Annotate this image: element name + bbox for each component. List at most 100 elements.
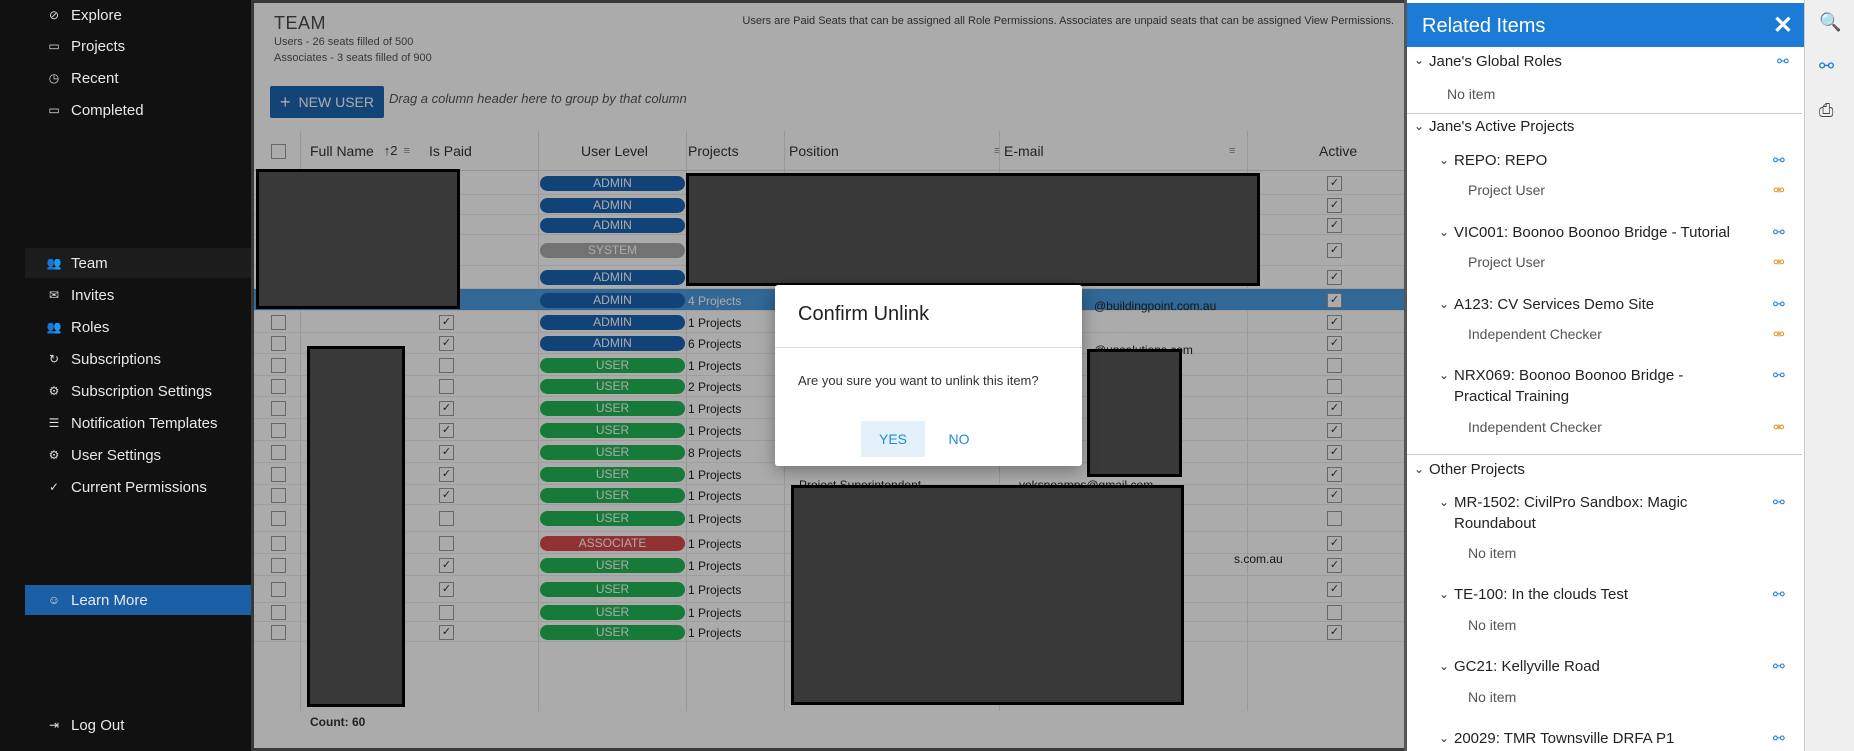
search-icon[interactable]: 🔍 [1819, 12, 1841, 33]
related-header: Related Items ✕ [1407, 3, 1807, 47]
link-icon[interactable]: ⚯ [1777, 53, 1789, 70]
dialog-divider [775, 347, 1082, 348]
related-project-name[interactable]: REPO: REPO [1454, 152, 1547, 169]
sidebar-item-completed[interactable]: ▭ Completed [25, 95, 251, 125]
sidebar-item-projects[interactable]: ▭ Projects [25, 31, 251, 61]
unlink-icon[interactable]: ⚮ [1773, 419, 1785, 436]
no-item-text: No item [1468, 689, 1517, 705]
sidebar-item-label: Recent [71, 69, 119, 87]
other-projects-heading[interactable]: Other Projects [1429, 461, 1525, 478]
sidebar-item-subscription-settings[interactable]: ⚙ Subscription Settings [25, 376, 251, 406]
folder-open-icon: ▭ [48, 103, 60, 117]
link-icon[interactable]: ⚯ [1819, 56, 1834, 77]
other-project-name[interactable]: 20029: TMR Townsville DRFA P1 [1454, 730, 1674, 747]
chevron-down-icon[interactable]: ⌄ [1439, 731, 1449, 745]
chevron-down-icon[interactable]: ⌄ [1439, 587, 1449, 601]
gear-icon: ⚙ [48, 448, 60, 462]
related-project-name[interactable]: VIC001: Boonoo Boonoo Bridge - Tutorial [1454, 224, 1730, 241]
link-icon[interactable]: ⚯ [1773, 224, 1785, 241]
sidebar-item-recent[interactable]: ◷ Recent [25, 63, 251, 93]
chevron-down-icon[interactable]: ⌄ [1439, 297, 1449, 311]
related-project-name[interactable]: A123: CV Services Demo Site [1454, 296, 1654, 313]
users-icon: 👥 [46, 320, 62, 334]
no-item-text: No item [1468, 545, 1517, 561]
sidebar-item-current-permissions[interactable]: ✓ Current Permissions [25, 472, 251, 502]
sidebar-item-label: Current Permissions [71, 478, 207, 496]
clock-icon: ◷ [48, 71, 60, 85]
close-icon[interactable]: ✕ [1773, 11, 1793, 40]
refresh-icon: ↻ [48, 352, 60, 366]
link-icon[interactable]: ⚯ [1773, 152, 1785, 169]
learn-more-button[interactable]: ☺ Learn More [25, 585, 251, 615]
confirm-unlink-dialog: Confirm Unlink Are you sure you want to … [775, 285, 1082, 466]
chevron-down-icon[interactable]: ⌄ [1439, 368, 1449, 382]
users-icon: 👥 [46, 256, 62, 270]
chevron-down-icon[interactable]: ⌄ [1439, 153, 1449, 167]
dialog-message: Are you sure you want to unlink this ite… [798, 373, 1039, 388]
no-button[interactable]: NO [929, 421, 989, 457]
sidebar-item-team[interactable]: 👥 Team [25, 248, 251, 278]
envelope-icon: ✉ [48, 288, 60, 302]
link-icon[interactable]: ⚯ [1773, 494, 1785, 511]
sidebar-item-label: Subscriptions [71, 350, 162, 368]
sidebar-item-subscriptions[interactable]: ↻ Subscriptions [25, 344, 251, 374]
sidebar-item-label: Notification Templates [71, 414, 218, 432]
other-project-name[interactable]: TE-100: In the clouds Test [1454, 586, 1628, 603]
chevron-down-icon[interactable]: ⌄ [1439, 225, 1449, 239]
sidebar-item-label: User Settings [71, 446, 162, 464]
sidebar: ⊘ Explore ▭ Projects ◷ Recent ▭ Completed 👥 T… [0, 0, 251, 751]
active-projects-heading[interactable]: Jane's Active Projects [1429, 118, 1574, 135]
related-project-role: Independent Checker [1468, 419, 1602, 435]
sidebar-item-explore[interactable]: ⊘ Explore [25, 0, 251, 30]
other-project-name[interactable]: MR-1502: CivilPro Sandbox: Magic [1454, 494, 1687, 511]
related-title: Related Items [1422, 15, 1546, 37]
link-icon[interactable]: ⚯ [1773, 586, 1785, 603]
related-items-panel: Related Items ✕ ⌄ Jane's Global Roles ⚯ … [1404, 0, 1807, 751]
sidebar-item-label: Explore [71, 6, 122, 24]
sidebar-item-label: Invites [71, 286, 115, 304]
no-item-text: No item [1447, 86, 1496, 102]
unlink-icon[interactable]: ⚮ [1773, 254, 1785, 271]
related-project-name[interactable]: NRX069: Boonoo Boonoo Bridge - [1454, 367, 1683, 384]
gear-icon: ⚙ [48, 384, 60, 398]
link-icon[interactable]: ⚯ [1773, 730, 1785, 747]
divider [1407, 113, 1802, 114]
link-icon[interactable]: ⚯ [1773, 658, 1785, 675]
related-project-name-cont[interactable]: Practical Training [1454, 388, 1569, 405]
unlink-icon[interactable]: ⚮ [1773, 326, 1785, 343]
folder-icon: ▭ [48, 39, 60, 53]
sidebar-item-label: Learn More [71, 591, 148, 609]
info-icon: ☺ [47, 593, 61, 607]
related-project-role: Project User [1468, 182, 1546, 198]
chevron-down-icon[interactable]: ⌄ [1439, 659, 1449, 673]
no-item-text: No item [1468, 617, 1517, 633]
chevron-down-icon[interactable]: ⌄ [1414, 119, 1424, 133]
other-project-name[interactable]: GC21: Kellyville Road [1454, 658, 1600, 675]
related-project-role: Independent Checker [1468, 326, 1602, 342]
sidebar-item-user-settings[interactable]: ⚙ User Settings [25, 440, 251, 470]
sidebar-item-notification-templates[interactable]: ☰ Notification Templates [25, 408, 251, 438]
chevron-down-icon[interactable]: ⌄ [1414, 53, 1424, 67]
compass-icon: ⊘ [48, 8, 60, 22]
sidebar-item-label: Log Out [71, 716, 125, 734]
sidebar-item-label: Subscription Settings [71, 382, 212, 400]
link-icon[interactable]: ⚯ [1773, 367, 1785, 384]
link-icon[interactable]: ⚯ [1773, 296, 1785, 313]
other-project-name-cont[interactable]: Roundabout [1454, 515, 1536, 532]
list-icon: ☰ [48, 416, 60, 430]
chevron-down-icon[interactable]: ⌄ [1414, 462, 1424, 476]
sidebar-item-label: Projects [71, 37, 126, 55]
logout-button[interactable]: ⇥ Log Out [25, 710, 251, 740]
right-toolbar: 🔍 ⚯ ⎙ [1804, 0, 1854, 751]
sidebar-item-roles[interactable]: 👥 Roles [25, 312, 251, 342]
sidebar-item-label: Roles [71, 318, 110, 336]
unlink-icon[interactable]: ⚮ [1773, 182, 1785, 199]
yes-button[interactable]: YES [861, 421, 925, 457]
chevron-down-icon[interactable]: ⌄ [1439, 495, 1449, 509]
global-roles-heading[interactable]: Jane's Global Roles [1429, 53, 1562, 70]
print-icon[interactable]: ⎙ [1819, 100, 1833, 121]
sidebar-item-invites[interactable]: ✉ Invites [25, 280, 251, 310]
logout-icon: ⇥ [48, 718, 60, 732]
dialog-title: Confirm Unlink [798, 303, 930, 325]
related-project-role: Project User [1468, 254, 1546, 270]
